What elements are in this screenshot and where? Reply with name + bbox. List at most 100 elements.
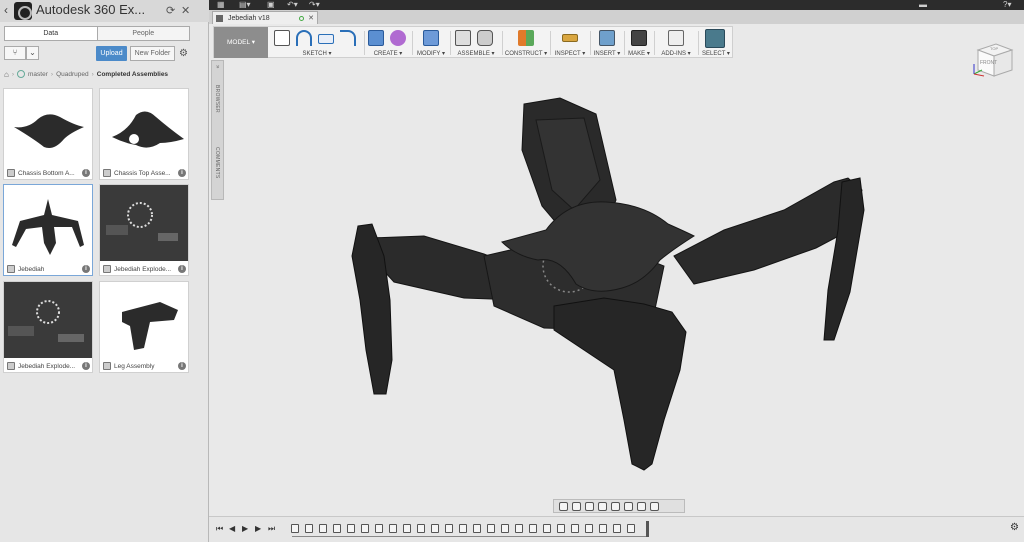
box-icon[interactable]	[368, 30, 384, 46]
file-card[interactable]: Jebediah i	[3, 184, 93, 276]
timeline-marker[interactable]	[646, 521, 649, 537]
timeline-feature-icon[interactable]	[585, 524, 593, 533]
timeline-settings-gear-icon[interactable]: ⚙	[1010, 522, 1019, 533]
breadcrumb-item[interactable]: Quadruped	[56, 71, 89, 78]
gear-icon[interactable]: ⚙	[179, 48, 188, 59]
new-component-icon[interactable]	[455, 30, 471, 46]
go-to-end-icon[interactable]: ⏭	[268, 524, 275, 534]
timeline-feature-icon[interactable]	[347, 524, 355, 533]
back-icon[interactable]: ‹	[4, 3, 8, 17]
add-ins-group[interactable]: ADD-INS ▾	[656, 29, 696, 57]
timeline-feature-icon[interactable]	[487, 524, 495, 533]
form-icon[interactable]	[390, 30, 406, 46]
step-forward-icon[interactable]: ▶	[255, 524, 261, 533]
file-card[interactable]: Jebediah Explode... i	[3, 281, 93, 373]
timeline-feature-icon[interactable]	[543, 524, 551, 533]
zoom-icon[interactable]	[598, 501, 607, 511]
canvas-viewport[interactable]	[224, 60, 1024, 516]
file-menu-icon[interactable]: ▤▾	[239, 0, 251, 10]
comments-tab[interactable]: COMMENTS	[214, 147, 220, 179]
save-icon[interactable]: ▣	[267, 0, 275, 10]
construct-group[interactable]: CONSTRUCT ▾	[504, 29, 548, 57]
look-at-icon[interactable]	[572, 501, 581, 511]
quadruped-model[interactable]	[224, 60, 1024, 516]
timeline-feature-icon[interactable]	[557, 524, 565, 533]
timeline-feature-icon[interactable]	[417, 524, 425, 533]
timeline-feature-icon[interactable]	[445, 524, 453, 533]
timeline-feature-icon[interactable]	[375, 524, 383, 533]
timeline-feature-icon[interactable]	[361, 524, 369, 533]
workspace-switcher[interactable]: MODEL ▾	[214, 27, 268, 58]
undo-icon[interactable]: ↶▾	[287, 0, 298, 10]
branch-icon[interactable]: ⑂	[4, 46, 26, 60]
file-card[interactable]: Chassis Top Asse... i	[99, 88, 189, 180]
timeline-feature-icon[interactable]	[333, 524, 341, 533]
timeline-feature-icon[interactable]	[389, 524, 397, 533]
3d-print-icon[interactable]	[631, 30, 647, 46]
upload-button[interactable]: Upload	[96, 46, 127, 61]
info-icon[interactable]: i	[82, 169, 90, 177]
scripts-icon[interactable]	[668, 30, 684, 46]
info-icon[interactable]: i	[82, 362, 90, 370]
timeline-feature-icon[interactable]	[459, 524, 467, 533]
timeline-feature-icon[interactable]	[431, 524, 439, 533]
close-icon[interactable]: ✕	[181, 4, 190, 17]
line-icon[interactable]	[296, 30, 312, 46]
press-pull-icon[interactable]	[423, 30, 439, 46]
tab-people[interactable]: People	[98, 27, 190, 40]
timeline-feature-icon[interactable]	[319, 524, 327, 533]
file-card[interactable]: Chassis Bottom A... i	[3, 88, 93, 180]
info-icon[interactable]: i	[178, 265, 186, 273]
spline-icon[interactable]	[340, 30, 356, 46]
redo-icon[interactable]: ↷▾	[309, 0, 320, 10]
pan-icon[interactable]	[585, 501, 594, 511]
fit-icon[interactable]	[611, 501, 620, 511]
job-status-icon[interactable]: ▬	[919, 0, 927, 10]
timeline-feature-icon[interactable]	[291, 524, 299, 533]
create-sketch-icon[interactable]	[274, 30, 290, 46]
timeline-feature-icon[interactable]	[571, 524, 579, 533]
document-tab[interactable]: Jebediah v18 ✕	[212, 11, 318, 24]
joint-icon[interactable]	[477, 30, 493, 46]
go-to-start-icon[interactable]: ⏮	[216, 524, 223, 534]
chevron-down-icon[interactable]: ⌄	[26, 46, 39, 60]
breadcrumb-item[interactable]: master	[28, 71, 48, 78]
close-tab-icon[interactable]: ✕	[308, 14, 314, 22]
sketch-group[interactable]: SKETCH ▾	[272, 29, 362, 57]
grid-settings-icon[interactable]	[637, 501, 646, 511]
play-icon[interactable]: ▶	[242, 524, 248, 533]
timeline-feature-icon[interactable]	[627, 524, 635, 533]
insert-image-icon[interactable]	[599, 30, 615, 46]
modify-group[interactable]: MODIFY ▾	[414, 29, 448, 57]
timeline-feature-icon[interactable]	[473, 524, 481, 533]
timeline-feature-icon[interactable]	[305, 524, 313, 533]
orbit-icon[interactable]	[559, 501, 568, 511]
inspect-group[interactable]: INSPECT ▾	[552, 29, 588, 57]
info-icon[interactable]: i	[178, 362, 186, 370]
timeline-feature-icon[interactable]	[403, 524, 411, 533]
refresh-icon[interactable]: ⟳	[166, 4, 175, 17]
display-settings-icon[interactable]	[624, 501, 633, 511]
offset-plane-icon[interactable]	[518, 30, 534, 46]
help-icon[interactable]: ?▾	[1003, 0, 1011, 10]
rectangle-icon[interactable]	[318, 34, 334, 44]
viewcube[interactable]: FRONT TOP	[968, 40, 1016, 80]
new-folder-button[interactable]: New Folder	[130, 46, 175, 61]
timeline-feature-icon[interactable]	[613, 524, 621, 533]
insert-group[interactable]: INSERT ▾	[592, 29, 622, 57]
viewports-icon[interactable]	[650, 501, 659, 511]
select-icon[interactable]	[705, 29, 725, 48]
assemble-group[interactable]: ASSEMBLE ▾	[452, 29, 500, 57]
create-group[interactable]: CREATE ▾	[366, 29, 410, 57]
timeline-feature-icon[interactable]	[599, 524, 607, 533]
browser-tab[interactable]: BROWSER	[214, 85, 220, 113]
home-icon[interactable]: ⌂	[4, 70, 9, 79]
file-card[interactable]: Jebediah Explode... i	[99, 184, 189, 276]
tab-data[interactable]: Data	[5, 27, 98, 40]
measure-icon[interactable]	[562, 34, 578, 42]
timeline-feature-icon[interactable]	[501, 524, 509, 533]
select-group[interactable]: SELECT ▾	[700, 29, 732, 57]
timeline-feature-icon[interactable]	[529, 524, 537, 533]
side-panel-collapsed[interactable]: » BROWSER COMMENTS	[211, 60, 224, 200]
make-group[interactable]: MAKE ▾	[626, 29, 652, 57]
